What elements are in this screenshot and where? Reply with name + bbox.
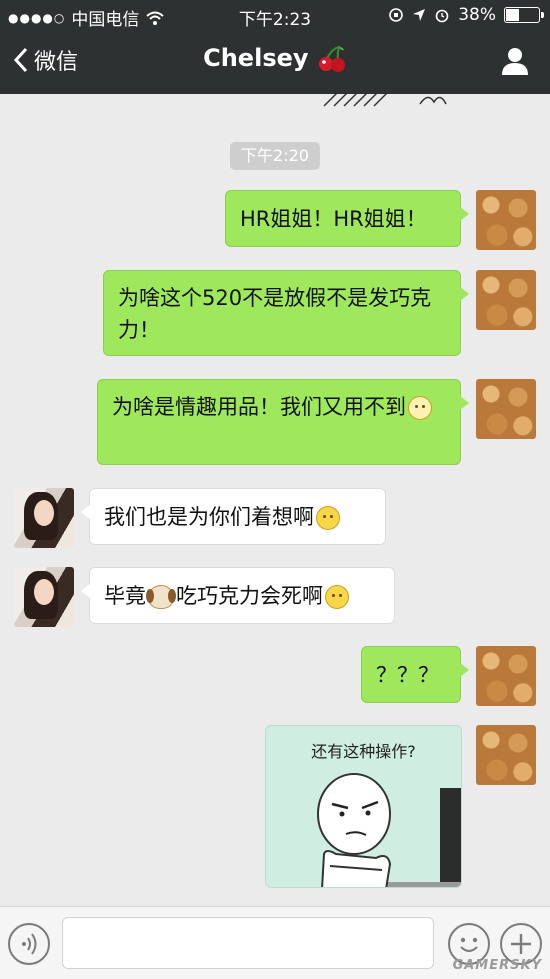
chat-title: Chelsey — [0, 44, 550, 73]
message-input[interactable] — [62, 917, 434, 969]
location-icon — [413, 9, 426, 21]
message-bubble-sent[interactable]: 为啥这个520不是放假不是发巧克力！ — [103, 270, 469, 356]
status-bar: ●●●●○ 中国电信 下午2:23 38% — [0, 0, 550, 30]
my-avatar[interactable] — [476, 725, 536, 785]
sticker-caption: 还有这种操作? — [311, 742, 416, 761]
battery-percent: 38% — [458, 5, 496, 25]
meme-face-illustration — [317, 773, 461, 887]
cherry-icon — [318, 45, 345, 72]
message-bubble-received[interactable]: 我们也是为你们着想啊 — [81, 488, 386, 545]
input-bar: GAMERSKY — [0, 906, 550, 979]
nav-bar: 微信 Chelsey — [0, 30, 550, 94]
chat-timestamp: 下午2:20 — [230, 142, 320, 170]
contact-avatar[interactable] — [14, 488, 74, 548]
top-bar: ●●●●○ 中国电信 下午2:23 38% 微信 Chelsey — [0, 0, 550, 94]
contact-avatar[interactable] — [14, 567, 74, 627]
sad-face-emoji-icon — [408, 396, 432, 420]
my-avatar[interactable] — [476, 270, 536, 330]
message-bubble-sent[interactable]: 为啥是情趣用品！我们又用不到 — [97, 379, 469, 465]
sticker-image[interactable]: 还有这种操作? — [265, 725, 462, 888]
smile-emoji-icon — [316, 506, 340, 530]
battery-icon — [504, 7, 544, 23]
smile-emoji-icon — [325, 585, 349, 609]
watermark: GAMERSKY — [452, 958, 542, 973]
dog-emoji-icon — [146, 585, 176, 609]
voice-icon — [22, 933, 37, 955]
person-icon[interactable] — [500, 46, 530, 76]
message-bubble-sent[interactable]: ？？？ — [361, 646, 469, 703]
my-avatar[interactable] — [476, 379, 536, 439]
voice-button[interactable] — [8, 923, 50, 965]
message-bubble-sent[interactable]: HR姐姐！HR姐姐！ — [225, 190, 469, 247]
my-avatar[interactable] — [476, 646, 536, 706]
alarm-icon — [435, 9, 449, 23]
chat-area[interactable]: 下午2:20 HR姐姐！HR姐姐！ 为啥这个520不是放假不是发巧克力！ 为啥是… — [0, 94, 550, 906]
message-bubble-received[interactable]: 毕竟 吃巧克力会死啊 — [81, 567, 395, 624]
my-avatar[interactable] — [476, 190, 536, 250]
rotation-lock-icon — [389, 8, 404, 22]
